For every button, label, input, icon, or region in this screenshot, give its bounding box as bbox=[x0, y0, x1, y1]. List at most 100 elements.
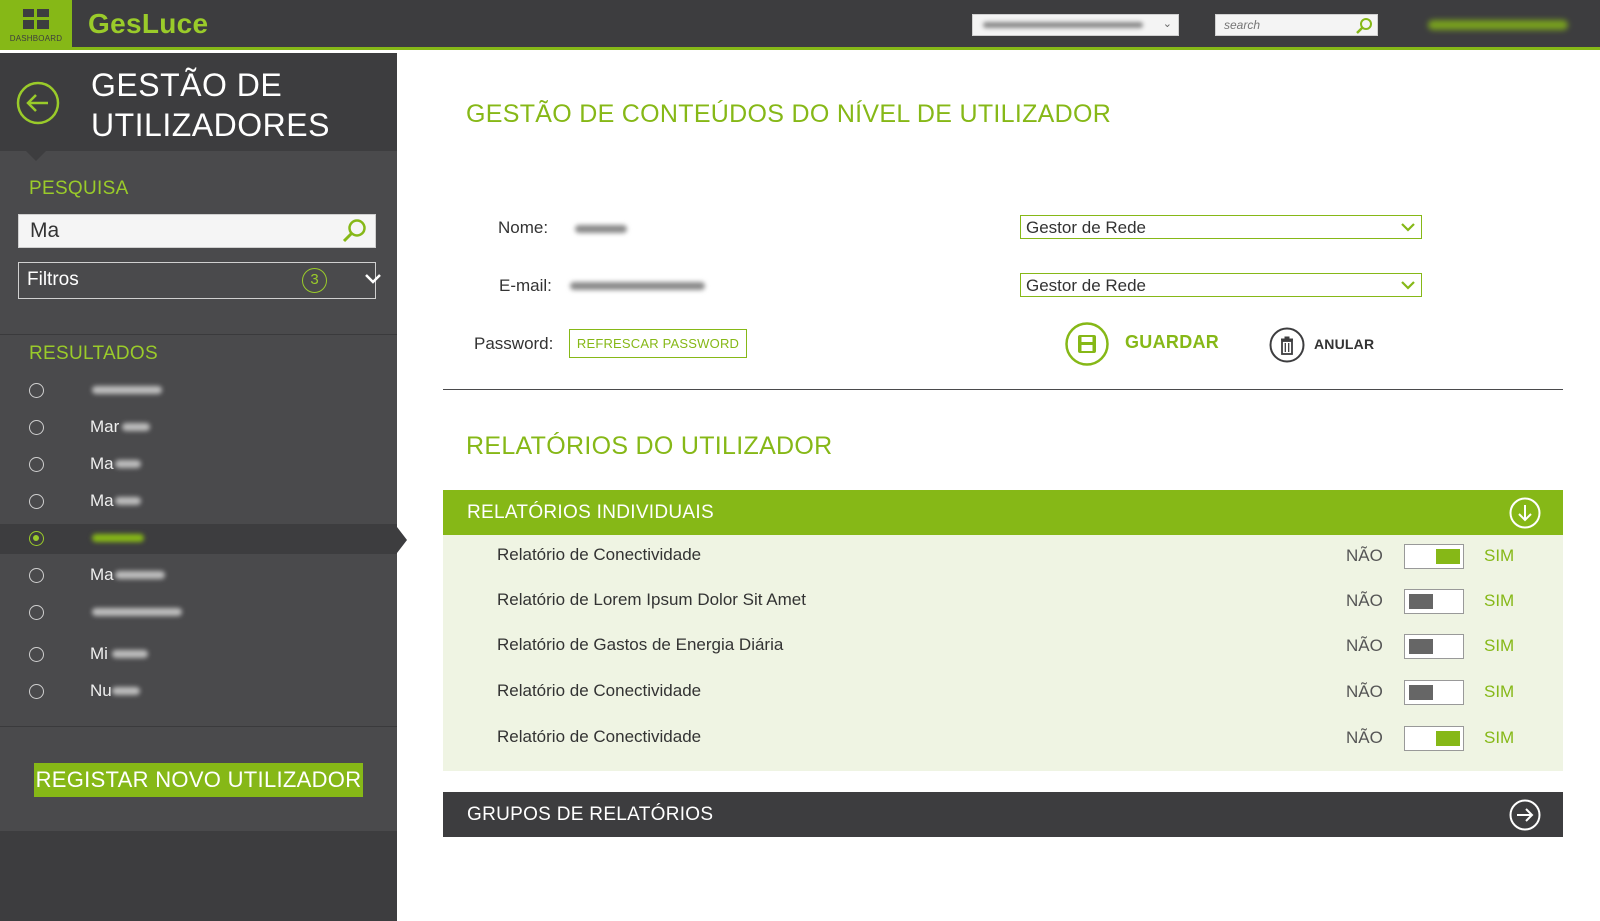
sidebar-header: GESTÃO DE UTILIZADORES bbox=[0, 53, 397, 161]
toggle-no-label: NÃO bbox=[1346, 546, 1383, 565]
radio-button[interactable] bbox=[29, 647, 44, 662]
list-item[interactable]: Ma bbox=[0, 561, 397, 591]
user-name-redacted bbox=[122, 423, 150, 431]
list-item[interactable]: Ma bbox=[0, 450, 397, 480]
list-item[interactable] bbox=[0, 598, 397, 628]
toggle-no-label: NÃO bbox=[1346, 636, 1383, 655]
list-item[interactable]: Mar bbox=[0, 413, 397, 443]
toggle-knob bbox=[1409, 639, 1433, 654]
radio-button[interactable] bbox=[29, 605, 44, 620]
toggle-knob bbox=[1409, 685, 1433, 700]
user-name-redacted bbox=[115, 460, 141, 468]
search-label: PESQUISA bbox=[29, 178, 129, 199]
sidebar-footer bbox=[0, 831, 397, 921]
sidebar-divider bbox=[0, 726, 397, 727]
individual-reports-header[interactable]: RELATÓRIOS INDIVIDUAIS bbox=[443, 490, 1563, 535]
filters-count-badge: 3 bbox=[302, 268, 327, 293]
report-row: Relatório de Lorem Ipsum Dolor Sit Amet … bbox=[443, 582, 1563, 622]
refresh-password-button[interactable]: REFRESCAR PASSWORD bbox=[569, 329, 747, 358]
report-label: Relatório de Lorem Ipsum Dolor Sit Amet bbox=[497, 590, 806, 609]
radio-button[interactable] bbox=[29, 494, 44, 509]
chevron-down-icon bbox=[1401, 281, 1415, 290]
report-toggle[interactable] bbox=[1404, 589, 1464, 614]
search-icon[interactable] bbox=[1355, 17, 1373, 35]
dashboard-label: DASHBOARD bbox=[9, 34, 63, 43]
arrow-right-circle-icon[interactable] bbox=[1509, 799, 1541, 831]
radio-button[interactable] bbox=[29, 383, 44, 398]
save-button[interactable]: GUARDAR bbox=[1065, 322, 1225, 366]
cancel-button[interactable]: ANULAR bbox=[1269, 327, 1389, 363]
register-new-user-button[interactable]: REGISTAR NOVO UTILIZADOR bbox=[34, 763, 363, 797]
list-item[interactable]: Mi bbox=[0, 640, 397, 670]
user-name-redacted bbox=[92, 534, 144, 542]
individual-reports-title: RELATÓRIOS INDIVIDUAIS bbox=[467, 502, 714, 523]
filters-dropdown[interactable]: Filtros 3 bbox=[18, 262, 381, 299]
user-search-input[interactable] bbox=[19, 215, 319, 247]
list-item[interactable]: Ma bbox=[0, 487, 397, 517]
user-name: Ma bbox=[90, 491, 114, 510]
name-label: Nome: bbox=[498, 218, 549, 237]
sidebar-divider bbox=[0, 334, 397, 335]
radio-button-checked[interactable] bbox=[29, 531, 44, 546]
report-row: Relatório de Conectividade NÃO SIM bbox=[443, 673, 1563, 713]
report-toggle[interactable] bbox=[1404, 544, 1464, 569]
password-label: Password: bbox=[474, 334, 554, 353]
role-select-1[interactable]: Gestor de Rede bbox=[1020, 215, 1422, 239]
report-label: Relatório de Conectividade bbox=[497, 727, 702, 746]
cancel-label: ANULAR bbox=[1314, 336, 1375, 352]
list-item[interactable]: Nu bbox=[0, 677, 397, 707]
report-label: Relatório de Gastos de Energia Diária bbox=[497, 635, 784, 654]
user-name: Ma bbox=[90, 454, 114, 473]
email-label: E-mail: bbox=[499, 276, 552, 295]
search-icon[interactable] bbox=[341, 218, 367, 244]
report-toggle[interactable] bbox=[1404, 726, 1464, 751]
role-select-1-value: Gestor de Rede bbox=[1026, 218, 1147, 237]
user-menu[interactable] bbox=[1418, 14, 1578, 36]
back-arrow-icon[interactable] bbox=[16, 81, 60, 125]
user-search[interactable] bbox=[18, 214, 376, 248]
name-value-redacted bbox=[575, 225, 627, 233]
page-title-line1: GESTÃO DE bbox=[91, 67, 283, 103]
toggle-knob bbox=[1409, 594, 1433, 609]
chevron-down-icon: ⌄ bbox=[1162, 18, 1172, 30]
role-select-2[interactable]: Gestor de Rede bbox=[1020, 273, 1422, 297]
user-name: Mar bbox=[90, 417, 120, 436]
toggle-yes-label: SIM bbox=[1484, 591, 1515, 610]
results-label: RESULTADOS bbox=[29, 343, 158, 364]
individual-reports-panel: Relatório de Conectividade NÃO SIM Relat… bbox=[443, 535, 1563, 771]
report-row: Relatório de Conectividade NÃO SIM bbox=[443, 719, 1563, 759]
context-select[interactable]: ⌄ bbox=[972, 14, 1179, 36]
page-title: GESTÃO DE UTILIZADORES bbox=[91, 65, 330, 145]
reports-section-title: RELATÓRIOS DO UTILIZADOR bbox=[466, 432, 833, 460]
report-toggle[interactable] bbox=[1404, 680, 1464, 705]
section-title: GESTÃO DE CONTEÚDOS DO NÍVEL DE UTILIZAD… bbox=[466, 100, 1112, 128]
toggle-yes-label: SIM bbox=[1484, 682, 1515, 701]
report-groups-header[interactable]: GRUPOS DE RELATÓRIOS bbox=[443, 792, 1563, 837]
user-name: Nu bbox=[90, 681, 112, 700]
toggle-yes-label: SIM bbox=[1484, 546, 1515, 565]
list-item[interactable] bbox=[0, 376, 397, 406]
app-logo[interactable]: GesLuce bbox=[88, 8, 208, 40]
dashboard-button[interactable]: DASHBOARD bbox=[0, 0, 72, 50]
role-select-2-value: Gestor de Rede bbox=[1026, 276, 1147, 295]
user-name: Ma bbox=[90, 565, 114, 584]
global-search[interactable] bbox=[1215, 14, 1378, 36]
dashboard-icon bbox=[23, 9, 49, 29]
radio-button[interactable] bbox=[29, 457, 44, 472]
user-name-redacted bbox=[112, 650, 148, 658]
toggle-yes-label: SIM bbox=[1484, 728, 1515, 747]
toggle-knob bbox=[1436, 731, 1460, 746]
user-name-redacted bbox=[112, 687, 140, 695]
user-name-redacted bbox=[115, 497, 141, 505]
toggle-yes-label: SIM bbox=[1484, 636, 1515, 655]
radio-button[interactable] bbox=[29, 568, 44, 583]
radio-button[interactable] bbox=[29, 420, 44, 435]
chevron-down-icon bbox=[365, 274, 381, 284]
trash-icon bbox=[1269, 327, 1305, 363]
page-title-line2: UTILIZADORES bbox=[91, 107, 330, 143]
radio-button[interactable] bbox=[29, 684, 44, 699]
report-toggle[interactable] bbox=[1404, 634, 1464, 659]
arrow-down-circle-icon[interactable] bbox=[1509, 497, 1541, 529]
global-search-input[interactable] bbox=[1216, 15, 1346, 35]
list-item-selected[interactable] bbox=[0, 524, 407, 554]
